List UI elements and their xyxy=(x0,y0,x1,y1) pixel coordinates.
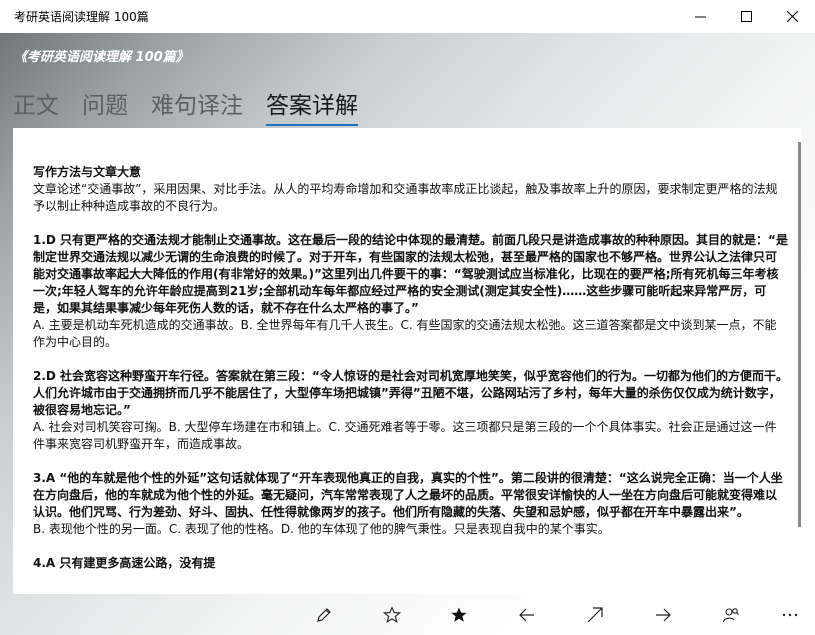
app-command-bar xyxy=(0,594,815,635)
close-icon xyxy=(786,11,798,22)
arrow-left-icon xyxy=(519,608,534,622)
favorites-list-button[interactable] xyxy=(446,602,472,628)
tab-difficult-sentences[interactable]: 难句译注 xyxy=(151,86,243,126)
minimize-button[interactable] xyxy=(677,0,723,33)
arrow-up-right-icon xyxy=(587,607,603,623)
person-search-icon xyxy=(722,608,739,623)
more-icon xyxy=(782,613,798,617)
answer-2-explanation: 2.D 社会宽容这种野蛮开车行径。答案就在第三段：“令人惊讶的是社会对司机宽厚地… xyxy=(33,369,788,417)
app-header: 《考研英语阅读理解 100篇》 xyxy=(14,50,189,65)
answer-3-explanation: 3.A “他的车就是他个性的外延”这句话就体现了“开车表现他真正的自我，真实的个… xyxy=(33,471,783,519)
maximize-button[interactable] xyxy=(723,0,769,33)
tab-bar: 正文 问题 难句译注 答案详解 xyxy=(13,86,358,126)
previous-button[interactable] xyxy=(514,602,540,628)
pencil-icon xyxy=(317,608,331,622)
jump-button[interactable] xyxy=(582,602,608,628)
answer-2-options: A. 社会对司机笑容可掬。B. 大型停车场建在市和镇上。C. 交通死难者等于零。… xyxy=(33,420,777,451)
close-button[interactable] xyxy=(769,0,815,33)
minimize-icon xyxy=(694,16,706,18)
tab-text[interactable]: 正文 xyxy=(13,86,59,126)
star-outline-icon xyxy=(383,606,401,623)
intro-paragraph: 文章论述“交通事故”，采用因果、对比手法。从人的平均寿命增加和交通事故率成正比谈… xyxy=(33,182,778,213)
favorite-button[interactable] xyxy=(379,602,405,628)
article-text: 写作方法与文章大意 文章论述“交通事故”，采用因果、对比手法。从人的平均寿命增加… xyxy=(33,164,788,572)
title-bar: 考研英语阅读理解 100篇 xyxy=(0,0,815,33)
tab-answer-explanation[interactable]: 答案详解 xyxy=(266,86,358,126)
search-user-button[interactable] xyxy=(718,602,744,628)
section-heading: 写作方法与文章大意 xyxy=(33,165,142,179)
arrow-right-icon xyxy=(656,608,671,622)
answer-3-options: B. 表现他个性的另一面。C. 表现了他的性格。D. 他的车体现了他的脾气秉性。… xyxy=(33,522,610,536)
answer-1-explanation: 1.D 只有更严格的交通法规才能制止交通事故。这在最后一段的结论中体现的最清楚。… xyxy=(33,233,788,315)
edit-button[interactable] xyxy=(311,602,337,628)
answer-1-options: A. 主要是机动车死机造成的交通事故。B. 全世界每年有几千人丧生。C. 有些国… xyxy=(33,318,777,349)
maximize-icon xyxy=(740,11,752,22)
tab-questions[interactable]: 问题 xyxy=(82,86,128,126)
scrollbar-thumb[interactable] xyxy=(798,142,801,527)
star-filled-icon xyxy=(451,607,467,622)
more-button[interactable] xyxy=(777,602,803,628)
window-title: 考研英语阅读理解 100篇 xyxy=(14,10,149,24)
answer-4-explanation: 4.A 只有建更多高速公路，没有提 xyxy=(33,556,216,570)
next-button[interactable] xyxy=(650,602,676,628)
content-panel: 写作方法与文章大意 文章论述“交通事故”，采用因果、对比手法。从人的平均寿命增加… xyxy=(13,128,801,594)
window-controls xyxy=(677,0,815,33)
